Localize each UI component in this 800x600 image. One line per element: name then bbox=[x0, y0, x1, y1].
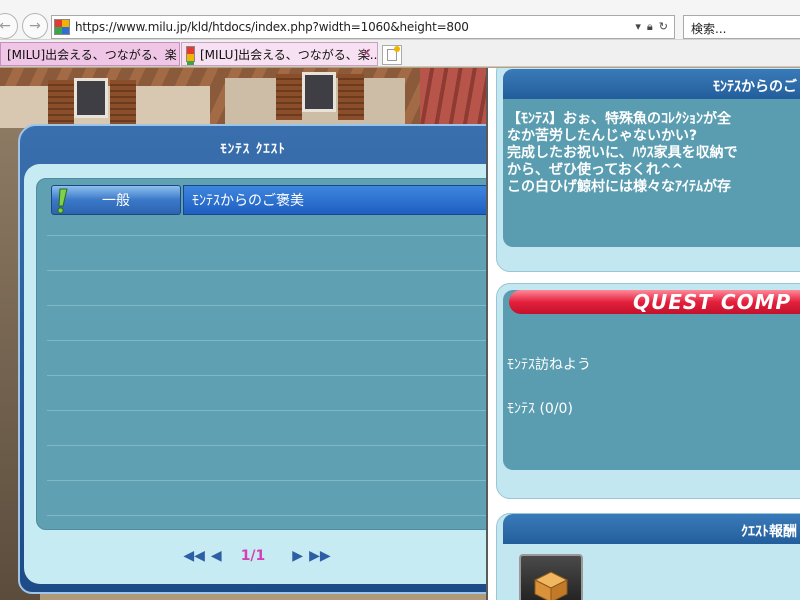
tab-bar: [MILU]出会える、つながる、楽しめ... [MILU]出会える、つながる、楽… bbox=[0, 40, 800, 67]
list-divider bbox=[47, 480, 489, 481]
quest-window-title: ﾓﾝﾃｽ ｸｴｽﾄ bbox=[220, 142, 286, 157]
window-shutter bbox=[276, 74, 302, 120]
quest-status-body bbox=[503, 290, 800, 470]
list-divider bbox=[47, 340, 489, 341]
back-arrow-icon: ← bbox=[0, 18, 11, 34]
refresh-icon[interactable]: ↻ bbox=[659, 20, 668, 34]
prev-page-icon[interactable]: ◀ bbox=[208, 548, 225, 564]
pager: ◀◀ ◀ 1/1 ▶ ▶▶ bbox=[24, 544, 490, 568]
quest-window: ﾓﾝﾃｽ ｸｴｽﾄ 一般 ﾓﾝﾃｽからのご褒美 ◀◀ ◀ 1/1 ▶ ▶▶ bbox=[18, 124, 490, 594]
last-page-icon[interactable]: ▶▶ bbox=[306, 548, 334, 564]
window-shutter bbox=[110, 80, 136, 126]
list-divider bbox=[47, 235, 489, 236]
list-divider bbox=[47, 445, 489, 446]
next-page-icon[interactable]: ▶ bbox=[289, 548, 306, 564]
dialog-card: ﾓﾝﾃｽからのご 【ﾓﾝﾃｽ】おぉ、特殊魚のｺﾚｸｼｮﾝが全 なか苦労したんじゃ… bbox=[496, 68, 800, 272]
window-shutter bbox=[338, 74, 364, 120]
tab-favicon-icon bbox=[186, 46, 195, 65]
dialog-title: ﾓﾝﾃｽからのご bbox=[503, 69, 800, 99]
reward-card: ｸｴｽﾄ報酬 bbox=[496, 513, 800, 600]
search-input[interactable]: 検索... bbox=[683, 15, 800, 39]
list-divider bbox=[47, 410, 489, 411]
quest-body: 一般 ﾓﾝﾃｽからのご褒美 ◀◀ ◀ 1/1 ▶ ▶▶ bbox=[24, 164, 490, 584]
tab-1-label: [MILU]出会える、つながる、楽しめ... bbox=[7, 47, 179, 62]
browser-toolbar: ← → https://www.milu.jp/kld/htdocs/index… bbox=[0, 0, 800, 40]
close-tab-icon[interactable]: × bbox=[361, 46, 372, 61]
game-viewport[interactable]: ﾓﾝﾃｽ ｸｴｽﾄ 一般 ﾓﾝﾃｽからのご褒美 ◀◀ ◀ 1/1 ▶ ▶▶ ﾓﾝ… bbox=[0, 68, 800, 600]
list-divider bbox=[47, 375, 489, 376]
url-text[interactable]: https://www.milu.jp/kld/htdocs/index.php… bbox=[75, 20, 635, 34]
lock-icon[interactable]: 🔒︎ bbox=[647, 20, 653, 34]
quest-list-item[interactable]: 一般 ﾓﾝﾃｽからのご褒美 bbox=[51, 185, 489, 215]
storage-box-icon bbox=[533, 571, 569, 600]
reward-item-slot[interactable] bbox=[519, 554, 583, 600]
new-tab-icon bbox=[387, 46, 400, 61]
forward-arrow-icon: → bbox=[29, 18, 41, 34]
quest-list: 一般 ﾓﾝﾃｽからのご褒美 bbox=[36, 178, 490, 530]
building-window bbox=[302, 72, 336, 112]
quest-category-cell[interactable]: 一般 bbox=[51, 185, 181, 215]
list-divider bbox=[47, 305, 489, 306]
browser-tab-1[interactable]: [MILU]出会える、つながる、楽しめ... bbox=[0, 42, 180, 66]
exclamation-icon bbox=[57, 188, 68, 214]
quest-complete-banner: QUEST COMP bbox=[509, 290, 800, 314]
reward-title: ｸｴｽﾄ報酬 bbox=[503, 514, 800, 544]
dropdown-icon[interactable]: ▾ bbox=[635, 20, 641, 34]
quest-category-label: 一般 bbox=[102, 193, 130, 209]
quest-name-cell[interactable]: ﾓﾝﾃｽからのご褒美 bbox=[183, 185, 489, 215]
quest-progress: ﾓﾝﾃｽ (0/0) bbox=[507, 401, 573, 417]
window-shutter bbox=[48, 80, 74, 126]
address-bar[interactable]: https://www.milu.jp/kld/htdocs/index.php… bbox=[51, 15, 675, 39]
dialog-text: 【ﾓﾝﾃｽ】おぉ、特殊魚のｺﾚｸｼｮﾝが全 なか苦労したんじゃないかい? 完成し… bbox=[507, 111, 738, 195]
quest-status-card: QUEST COMP ﾓﾝﾃｽ訪ねよう ﾓﾝﾃｽ (0/0) bbox=[496, 283, 800, 499]
list-divider bbox=[47, 515, 489, 516]
new-tab-button[interactable] bbox=[382, 45, 402, 65]
browser-tab-2[interactable]: [MILU]出会える、つながる、楽... × bbox=[181, 42, 378, 66]
list-divider bbox=[47, 270, 489, 271]
forward-button[interactable]: → bbox=[22, 13, 48, 39]
back-button[interactable]: ← bbox=[0, 13, 18, 39]
tab-2-label: [MILU]出会える、つながる、楽... bbox=[200, 47, 378, 62]
first-page-icon[interactable]: ◀◀ bbox=[180, 548, 208, 564]
building-window bbox=[74, 78, 108, 118]
quest-detail-panel: ﾓﾝﾃｽからのご 【ﾓﾝﾃｽ】おぉ、特殊魚のｺﾚｸｼｮﾝが全 なか苦労したんじゃ… bbox=[486, 68, 800, 600]
page-number: 1/1 bbox=[240, 548, 266, 564]
site-favicon-icon bbox=[54, 19, 70, 35]
quest-objective: ﾓﾝﾃｽ訪ねよう bbox=[507, 357, 591, 373]
